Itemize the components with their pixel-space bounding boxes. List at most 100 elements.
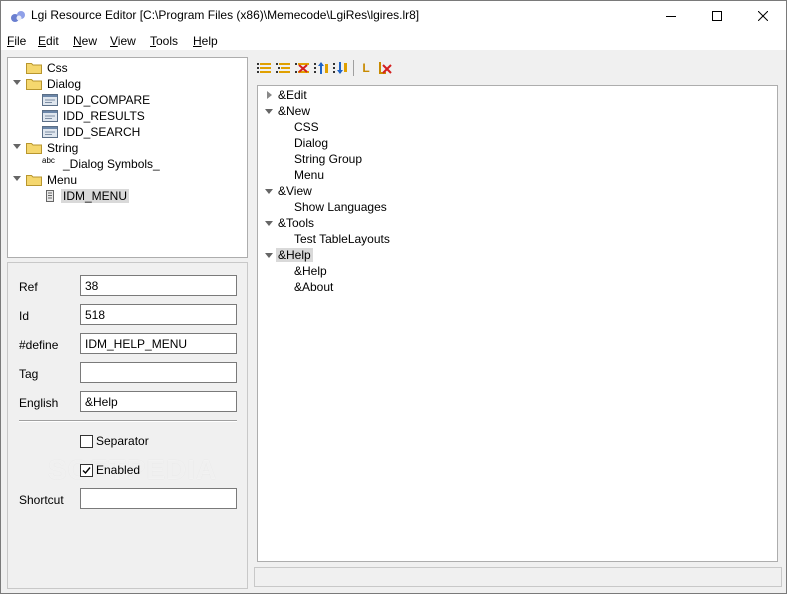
window-title: Lgi Resource Editor [C:\Program Files (x… — [31, 8, 420, 22]
tree-item-label: Css — [47, 61, 68, 75]
tree-item-label: String — [47, 141, 79, 155]
tree-item-menu[interactable]: Menu — [26, 172, 79, 188]
expand-icon[interactable] — [267, 91, 272, 99]
collapse-icon[interactable] — [265, 189, 273, 194]
tree-item-idd-search[interactable]: IDD_SEARCH — [42, 124, 142, 140]
menu-node-label: Test TableLayouts — [294, 232, 390, 246]
status-bar — [254, 567, 782, 587]
move-up-button[interactable] — [312, 59, 330, 77]
tree-item-dialog-symbols[interactable]: abc _Dialog Symbols_ — [42, 156, 162, 172]
checkbox-box[interactable] — [80, 434, 93, 448]
tree-item-dialog[interactable]: Dialog — [26, 76, 83, 92]
define-field[interactable]: IDM_HELP_MENU — [80, 333, 237, 354]
tree-item-label: Dialog — [47, 77, 82, 91]
shortcut-field[interactable] — [80, 488, 237, 509]
move-up-icon — [314, 62, 328, 74]
delete-item-button[interactable] — [293, 59, 311, 77]
tag-label: Tag — [19, 367, 39, 381]
enabled-label: Enabled — [96, 463, 141, 477]
folder-icon — [26, 63, 42, 74]
tree-item-idd-compare[interactable]: IDD_COMPARE — [42, 92, 152, 108]
menu-node-string-group[interactable]: String Group — [292, 151, 364, 167]
move-down-icon — [333, 62, 347, 74]
menu-node-label: &View — [278, 184, 312, 198]
tree-item-css[interactable]: Css — [26, 60, 70, 76]
close-button[interactable] — [740, 1, 786, 31]
menu-file[interactable]: File — [7, 34, 26, 48]
dialog-icon — [42, 94, 58, 106]
collapse-icon[interactable] — [265, 221, 273, 226]
close-icon — [758, 11, 768, 21]
minimize-button[interactable] — [648, 1, 694, 31]
id-label: Id — [19, 309, 30, 323]
menu-new[interactable]: New — [73, 34, 97, 48]
menu-tools[interactable]: Tools — [150, 34, 178, 48]
id-field[interactable]: 518 — [80, 304, 237, 325]
tag-field[interactable] — [80, 362, 237, 383]
divider — [19, 420, 237, 422]
enabled-checkbox[interactable]: Enabled — [80, 463, 140, 477]
menu-node-menu[interactable]: Menu — [292, 167, 326, 183]
collapse-icon[interactable] — [265, 109, 273, 114]
menu-node-view[interactable]: &View — [276, 183, 314, 199]
menu-node-css[interactable]: CSS — [292, 119, 321, 135]
menu-node-help-item[interactable]: &Help — [292, 263, 329, 279]
app-window: Lgi Resource Editor [C:\Program Files (x… — [0, 0, 787, 594]
new-sub-icon: L — [362, 61, 370, 75]
collapse-icon[interactable] — [13, 144, 21, 149]
english-label: English — [19, 396, 59, 410]
new-item-button[interactable] — [255, 59, 273, 77]
define-label: #define — [19, 338, 59, 352]
dialog-icon — [42, 126, 58, 138]
tree-item-string[interactable]: String — [26, 140, 80, 156]
menu-node-label: &About — [294, 280, 334, 294]
resource-tree[interactable]: Css Dialog IDD_COMPARE IDD_RESULTS IDD_S… — [7, 57, 248, 258]
menu-node-show-languages[interactable]: Show Languages — [292, 199, 389, 215]
menu-node-label: Menu — [294, 168, 325, 182]
new-item-icon — [257, 63, 271, 73]
properties-panel: Ref 38 Id 518 #define IDM_HELP_MENU Tag … — [7, 262, 248, 589]
menu-node-label: String Group — [294, 152, 363, 166]
delete-sub-button[interactable] — [376, 59, 394, 77]
ref-field[interactable]: 38 — [80, 275, 237, 296]
collapse-icon[interactable] — [13, 176, 21, 181]
menu-node-edit[interactable]: &Edit — [276, 87, 309, 103]
menu-view[interactable]: View — [110, 34, 136, 48]
maximize-icon — [712, 11, 722, 21]
new-sub-button[interactable]: L — [357, 59, 375, 77]
checkbox-box[interactable] — [80, 463, 93, 477]
tree-item-label: IDD_COMPARE — [63, 93, 151, 107]
menu-node-help[interactable]: &Help — [276, 247, 313, 263]
folder-icon — [26, 79, 42, 90]
menu-node-label: Show Languages — [294, 200, 387, 214]
menu-node-label: &Help — [276, 248, 313, 262]
tree-item-label: IDM_MENU — [61, 189, 130, 203]
dialog-icon — [42, 110, 58, 122]
maximize-button[interactable] — [694, 1, 740, 31]
tree-item-idm-menu[interactable]: IDM_MENU — [42, 188, 130, 204]
english-field[interactable]: &Help — [80, 391, 237, 412]
tree-item-label: IDD_RESULTS — [63, 109, 145, 123]
menu-node-label: Dialog — [294, 136, 329, 150]
delete-item-icon — [295, 63, 309, 73]
menu-tree-view[interactable]: &Edit &New CSS Dialog String Group Menu … — [257, 85, 778, 562]
menu-node-dialog[interactable]: Dialog — [292, 135, 330, 151]
menu-node-label: &Tools — [278, 216, 315, 230]
menu-edit[interactable]: Edit — [38, 34, 59, 48]
collapse-icon[interactable] — [265, 253, 273, 258]
menu-resource-icon — [46, 190, 54, 202]
separator-checkbox[interactable]: Separator — [80, 434, 149, 448]
menu-node-test-tablelayouts[interactable]: Test TableLayouts — [292, 231, 392, 247]
menu-node-new[interactable]: &New — [276, 103, 312, 119]
string-icon: abc — [42, 156, 55, 165]
collapse-icon[interactable] — [13, 80, 21, 85]
title-bar[interactable]: Lgi Resource Editor [C:\Program Files (x… — [1, 1, 786, 31]
menu-node-about[interactable]: &About — [292, 279, 335, 295]
move-down-button[interactable] — [331, 59, 349, 77]
folder-icon — [26, 175, 42, 186]
menu-node-tools[interactable]: &Tools — [276, 215, 316, 231]
tree-item-idd-results[interactable]: IDD_RESULTS — [42, 108, 147, 124]
menu-help[interactable]: Help — [193, 34, 218, 48]
tree-item-label: _Dialog Symbols_ — [63, 157, 160, 171]
new-submenu-button[interactable] — [274, 59, 292, 77]
